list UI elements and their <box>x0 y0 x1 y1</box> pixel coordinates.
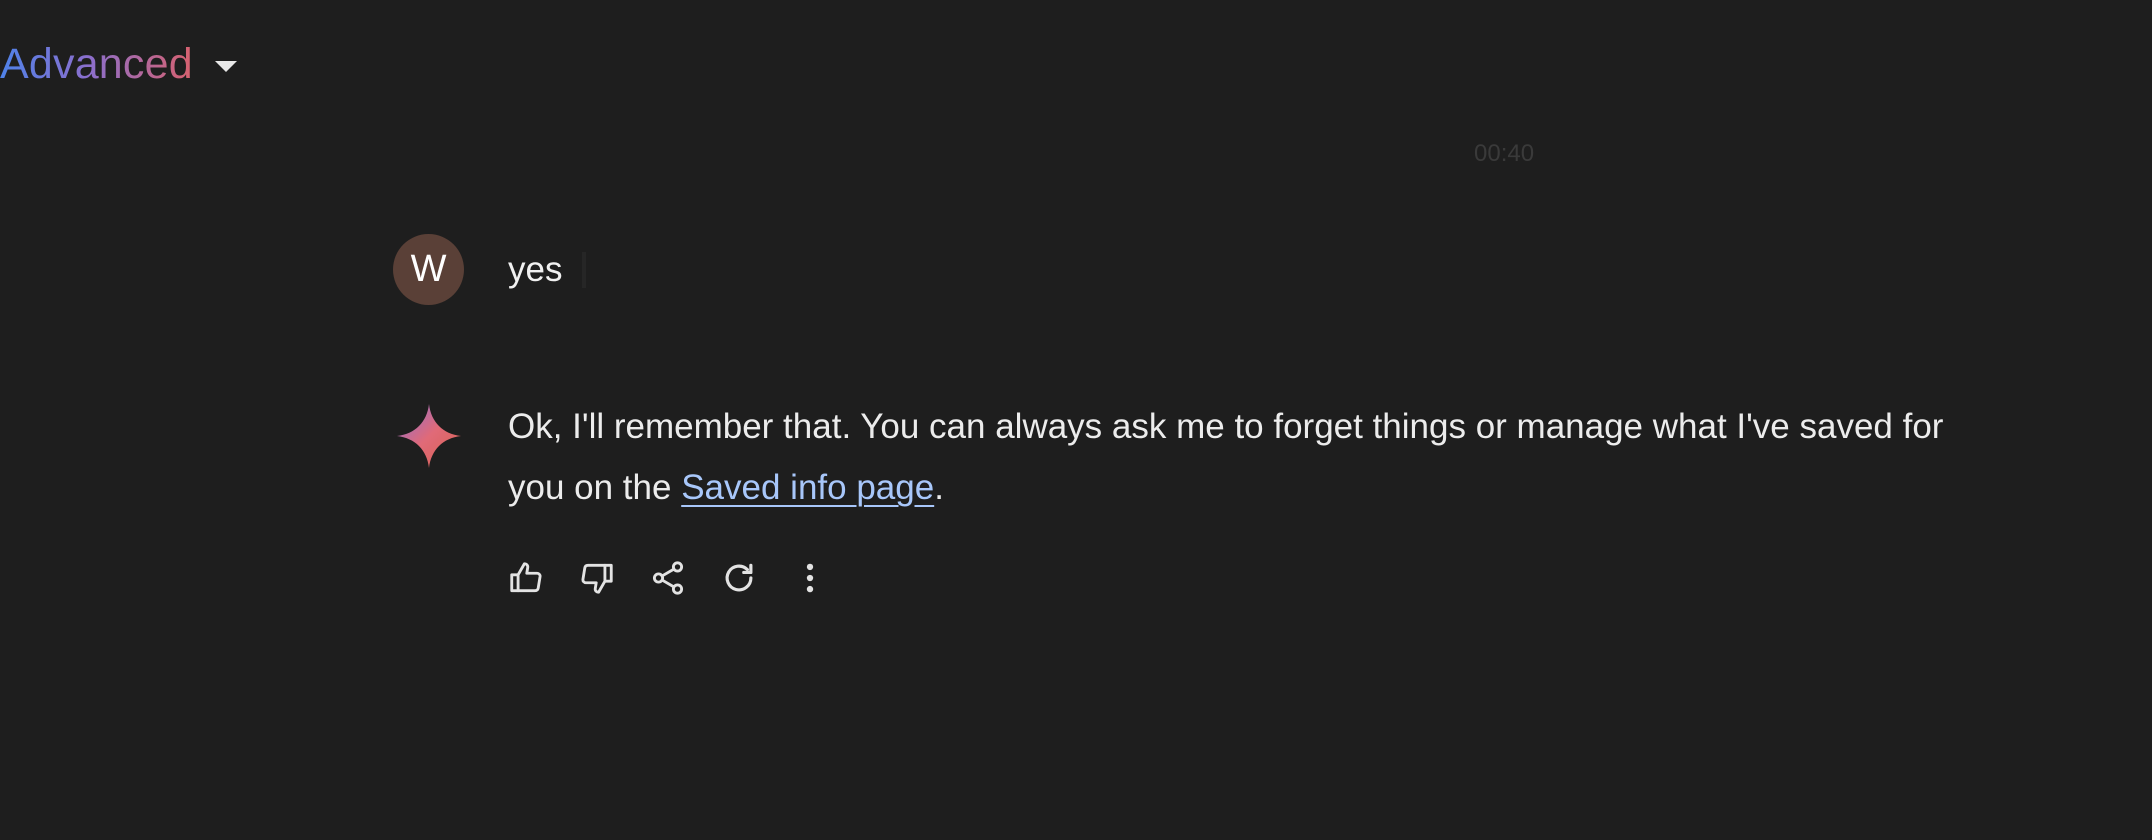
avatar[interactable]: W <box>393 234 464 305</box>
thumbs-down-button[interactable] <box>577 558 617 598</box>
regenerate-icon <box>725 563 753 592</box>
chat-page: Advanced 00:40 W yes Ok, I'll remember t… <box>0 0 2152 840</box>
user-message-text: yes <box>508 249 563 289</box>
share-icon <box>652 561 684 595</box>
thumbs-down-icon <box>581 563 613 594</box>
assistant-text-after-link: . <box>934 468 944 507</box>
timestamp: 00:40 <box>1474 140 1535 167</box>
caret-down-icon <box>214 60 237 72</box>
assistant-message-text: Ok, I'll remember that. You can always a… <box>508 396 1968 518</box>
assistant-message-body: Ok, I'll remember that. You can always a… <box>508 400 1968 598</box>
more-vert-icon <box>806 563 814 593</box>
avatar-initial: W <box>410 248 447 290</box>
user-message-edit-area <box>582 251 587 288</box>
model-label: Advanced <box>0 36 193 92</box>
response-actions <box>506 558 1968 598</box>
regenerate-button[interactable] <box>719 558 759 598</box>
user-message: W yes <box>393 234 587 305</box>
share-button[interactable] <box>648 558 688 598</box>
gemini-spark-icon <box>397 404 461 468</box>
thumbs-up-icon <box>510 562 542 593</box>
more-options-button[interactable] <box>790 558 830 598</box>
saved-info-link[interactable]: Saved info page <box>681 468 934 507</box>
assistant-message: Ok, I'll remember that. You can always a… <box>393 400 1968 598</box>
model-picker[interactable]: Advanced <box>0 36 237 92</box>
thumbs-up-button[interactable] <box>506 558 546 598</box>
